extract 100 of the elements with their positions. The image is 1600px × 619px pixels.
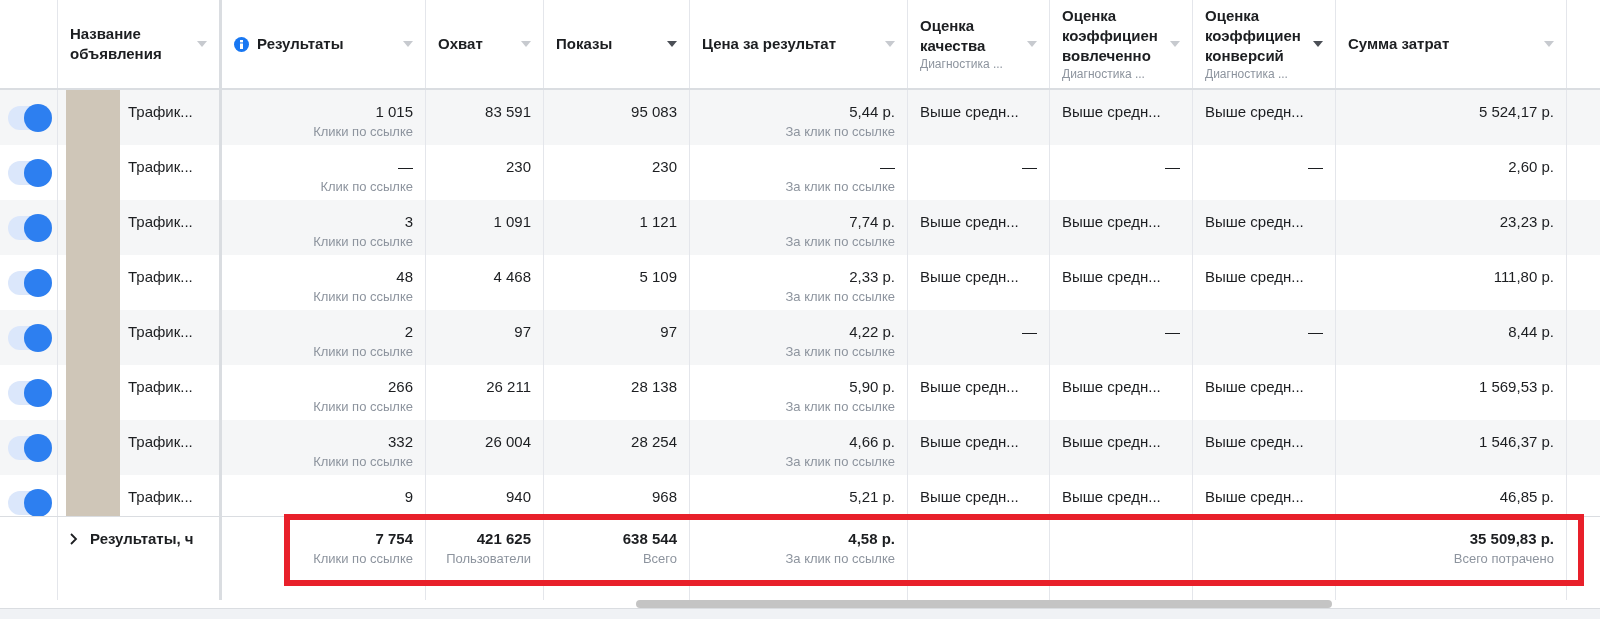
ad-name: Трафик... xyxy=(128,432,193,452)
table-cell-text: Выше средн... xyxy=(920,377,1020,397)
table-cell-text: Выше средн... xyxy=(920,432,1020,452)
column-subtitle: Диагностика ... xyxy=(1205,66,1289,82)
ad-name: Трафик... xyxy=(128,157,193,177)
table-cell-text: 1 015 xyxy=(374,102,413,122)
column-header[interactable]: Показы xyxy=(556,34,613,54)
table-cell-text: Выше средн... xyxy=(1205,432,1305,452)
cell-caption: Клики по ссылке xyxy=(312,288,413,306)
cell-caption: Клики по ссылке xyxy=(312,398,413,416)
ad-name: Трафик... xyxy=(128,102,193,122)
cell-caption: За клик по ссылке xyxy=(784,178,895,196)
table-cell-text: 95 083 xyxy=(630,102,677,122)
table-cell-text: 230 xyxy=(504,157,531,177)
table-cell-text: 48 xyxy=(395,267,413,287)
sort-caret-icon[interactable] xyxy=(667,41,677,47)
table-cell-text: Выше средн... xyxy=(920,102,1020,122)
table-cell-text: 97 xyxy=(659,322,677,342)
column-header[interactable]: Сумма затрат xyxy=(1348,34,1450,54)
cell-caption: Клики по ссылке xyxy=(312,550,413,568)
toggle-switch[interactable] xyxy=(7,160,50,185)
table-cell-text: 421 625 xyxy=(475,529,531,549)
column-subtitle: Диагностика ... xyxy=(1062,66,1146,82)
table-cell-text: Выше средн... xyxy=(1062,267,1162,287)
column-header[interactable]: Цена за результат xyxy=(702,34,837,54)
toggle-switch[interactable] xyxy=(7,105,50,130)
table-cell-text: Выше средн... xyxy=(1062,377,1162,397)
table-cell-text: 266 xyxy=(386,377,413,397)
table-cell-text: 332 xyxy=(386,432,413,452)
column-header[interactable]: Оценка качества xyxy=(920,16,1003,56)
table-cell-text: 4 468 xyxy=(492,267,531,287)
table-cell-text: Выше средн... xyxy=(1062,212,1162,232)
cell-caption: Клики по ссылке xyxy=(312,123,413,141)
table-cell-text: Выше средн... xyxy=(920,487,1020,507)
cell-caption: Клики по ссылке xyxy=(312,453,413,471)
column-header[interactable]: Охват xyxy=(438,34,483,54)
cell-caption: Клики по ссылке xyxy=(312,233,413,251)
column-header[interactable]: Результаты xyxy=(257,34,344,54)
table-cell-text: Выше средн... xyxy=(1062,432,1162,452)
table-cell-text: 111,80 р. xyxy=(1492,267,1554,287)
table-cell-text: 7 754 xyxy=(374,529,413,549)
table-cell-text: Выше средн... xyxy=(1062,487,1162,507)
horizontal-scrollbar[interactable] xyxy=(636,600,1332,608)
table-cell-text: Выше средн... xyxy=(1205,212,1305,232)
table-cell-text: — xyxy=(1164,322,1180,342)
column-header[interactable]: Оценка коэффициен вовлеченно xyxy=(1062,6,1158,66)
ad-name: Трафик... xyxy=(128,267,193,287)
table-cell-text: — xyxy=(1164,157,1180,177)
expand-chevron-icon[interactable] xyxy=(70,533,78,545)
table-cell-text: 23,23 р. xyxy=(1498,212,1554,232)
toggle-switch[interactable] xyxy=(7,325,50,350)
table-cell-text: Выше средн... xyxy=(1205,487,1305,507)
table-cell-text: 230 xyxy=(650,157,677,177)
table-cell-text: Выше средн... xyxy=(920,212,1020,232)
table-cell-text: 968 xyxy=(650,487,677,507)
table-cell-text: 26 004 xyxy=(484,432,531,452)
table-cell-text: — xyxy=(879,157,895,177)
sort-caret-icon[interactable] xyxy=(1313,41,1323,47)
totals-label: Результаты, ч xyxy=(90,529,194,549)
table-cell-text: 7,74 р. xyxy=(848,212,895,232)
info-icon[interactable] xyxy=(234,36,249,52)
photo-placeholder xyxy=(66,475,120,516)
table-cell-text: 4,58 р. xyxy=(847,529,895,549)
column-header[interactable]: Название объявления xyxy=(70,24,189,64)
cell-caption: За клик по ссылке xyxy=(784,288,895,306)
table-cell-text: Выше средн... xyxy=(1205,267,1305,287)
column-header[interactable]: Оценка коэффициен конверсий xyxy=(1205,6,1301,66)
table-cell-text: — xyxy=(1307,157,1323,177)
table-cell-text: 9 xyxy=(403,487,413,507)
cell-caption: За клик по ссылке xyxy=(784,343,895,361)
table-cell-text: 940 xyxy=(504,487,531,507)
toggle-switch[interactable] xyxy=(7,490,50,515)
toggle-switch[interactable] xyxy=(7,215,50,240)
cell-caption: Клики по ссылке xyxy=(312,343,413,361)
table-cell-text: 28 254 xyxy=(630,432,677,452)
toggle-switch[interactable] xyxy=(7,270,50,295)
ad-name: Трафик... xyxy=(128,212,193,232)
table-cell-text: 1 091 xyxy=(492,212,531,232)
column-subtitle: Диагностика ... xyxy=(920,56,1003,72)
ad-name: Трафик... xyxy=(128,377,193,397)
table-cell-text: 8,44 р. xyxy=(1507,322,1554,342)
table-cell-text: 97 xyxy=(513,322,531,342)
toggle-switch[interactable] xyxy=(7,380,50,405)
table-cell-text: 5,21 р. xyxy=(848,487,895,507)
table-cell-text: 83 591 xyxy=(484,102,531,122)
table-cell-text: 46,85 р. xyxy=(1498,487,1554,507)
table-cell-text: Выше средн... xyxy=(1205,377,1305,397)
table-cell-text: 5 109 xyxy=(638,267,677,287)
table-cell-text: Выше средн... xyxy=(1205,102,1305,122)
table-cell-text: 1 121 xyxy=(638,212,677,232)
table-cell-text: Выше средн... xyxy=(920,267,1020,287)
cell-caption: За клик по ссылке xyxy=(784,550,895,568)
table-cell-text: 1 546,37 р. xyxy=(1477,432,1554,452)
table-cell-text: 5,90 р. xyxy=(848,377,895,397)
table-cell-text: — xyxy=(1021,322,1037,342)
toggle-switch[interactable] xyxy=(7,435,50,460)
table-cell-text: — xyxy=(1021,157,1037,177)
table-cell-text: 638 544 xyxy=(621,529,677,549)
table-cell-text: 4,66 р. xyxy=(848,432,895,452)
cell-caption: Всего xyxy=(641,550,677,568)
